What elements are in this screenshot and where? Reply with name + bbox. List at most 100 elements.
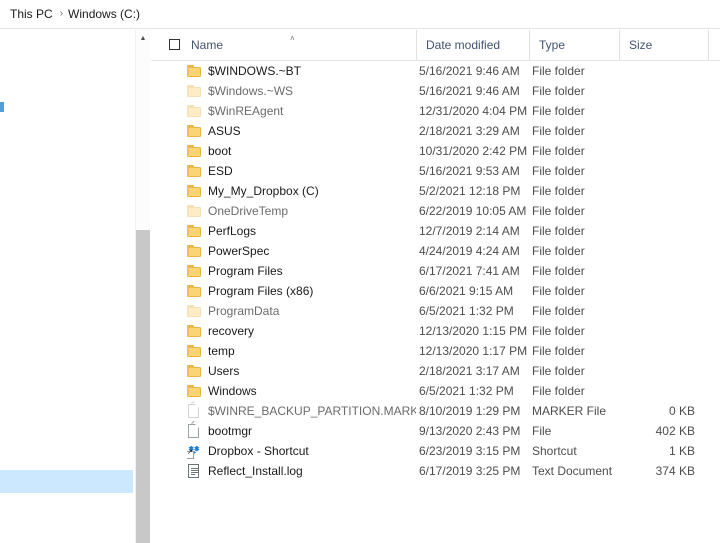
- file-name[interactable]: Windows: [208, 381, 416, 401]
- file-list-pane[interactable]: ˄ Name Date modified Type Size $WINDOWS.…: [151, 30, 720, 543]
- folder-icon: [187, 264, 203, 278]
- navigation-pane-scrollbar[interactable]: ▲: [135, 30, 150, 543]
- file-name[interactable]: Program Files: [208, 261, 416, 281]
- scrollbar-thumb[interactable]: [136, 230, 150, 543]
- column-header-date-modified[interactable]: Date modified: [416, 30, 529, 60]
- file-type: Text Document: [532, 464, 613, 478]
- table-row[interactable]: $WINRE_BACKUP_PARTITION.MARKER 8/10/2019 …: [151, 401, 720, 421]
- file-date-modified: 12/31/2020 4:04 PM: [419, 104, 528, 118]
- file-name[interactable]: My_My_Dropbox (C): [208, 181, 416, 201]
- file-name[interactable]: ESD: [208, 161, 416, 181]
- scroll-up-arrow-icon[interactable]: ▲: [136, 30, 150, 46]
- file-icon-cell: [187, 321, 204, 341]
- file-name[interactable]: PowerSpec: [208, 241, 416, 261]
- nav-selected-item[interactable]: [0, 470, 133, 493]
- column-header-type[interactable]: Type: [529, 30, 619, 60]
- file-date-modified: 12/13/2020 1:17 PM: [419, 344, 528, 358]
- file-date-modified: 6/17/2021 7:41 AM: [419, 264, 520, 278]
- file-type: File folder: [532, 124, 585, 138]
- table-row[interactable]: recovery 12/13/2020 1:15 PM File folder: [151, 321, 720, 341]
- file-date-modified: 6/23/2019 3:15 PM: [419, 444, 521, 458]
- file-icon-cell: [187, 441, 204, 461]
- file-name[interactable]: temp: [208, 341, 416, 361]
- file-icon-cell: [187, 461, 204, 481]
- file-name[interactable]: Dropbox - Shortcut: [208, 441, 416, 461]
- breadcrumb-item-this-pc[interactable]: This PC: [0, 4, 57, 24]
- table-row[interactable]: bootmgr 9/13/2020 2:43 PM File 402 KB: [151, 421, 720, 441]
- file-icon-cell: [187, 401, 204, 421]
- table-row[interactable]: $WinREAgent 12/31/2020 4:04 PM File folder: [151, 101, 720, 121]
- file-name[interactable]: Users: [208, 361, 416, 381]
- file-size: [619, 201, 695, 221]
- file-date-modified: 5/2/2021 12:18 PM: [419, 184, 521, 198]
- file-date-modified: 6/6/2021 9:15 AM: [419, 284, 514, 298]
- folder-icon: [187, 64, 203, 78]
- table-row[interactable]: $Windows.~WS 5/16/2021 9:46 AM File folder: [151, 81, 720, 101]
- table-row[interactable]: Windows 6/5/2021 1:32 PM File folder: [151, 381, 720, 401]
- file-icon-cell: [187, 421, 204, 441]
- table-row[interactable]: ProgramData 6/5/2021 1:32 PM File folder: [151, 301, 720, 321]
- table-row[interactable]: Reflect_Install.log 6/17/2019 3:25 PM Text…: [151, 461, 720, 481]
- file-size: [619, 361, 695, 381]
- table-row[interactable]: PerfLogs 12/7/2019 2:14 AM File folder: [151, 221, 720, 241]
- file-name[interactable]: $Windows.~WS: [208, 81, 416, 101]
- file-type: File folder: [532, 384, 585, 398]
- file-name[interactable]: $WinREAgent: [208, 101, 416, 121]
- file-date-modified: 10/31/2020 2:42 PM: [419, 144, 528, 158]
- column-header-size[interactable]: Size: [619, 30, 708, 60]
- file-name[interactable]: $WINDOWS.~BT: [208, 61, 416, 81]
- table-row[interactable]: Program Files (x86) 6/6/2021 9:15 AM File …: [151, 281, 720, 301]
- file-type: File folder: [532, 64, 585, 78]
- file-size: [619, 181, 695, 201]
- table-row[interactable]: PowerSpec 4/24/2019 4:24 AM File folder: [151, 241, 720, 261]
- file-name[interactable]: OneDriveTemp: [208, 201, 416, 221]
- file-date-modified: 12/7/2019 2:14 AM: [419, 224, 520, 238]
- table-row[interactable]: $WINDOWS.~BT 5/16/2021 9:46 AM File folder: [151, 61, 720, 81]
- file-icon-cell: [187, 261, 204, 281]
- folder-icon: [187, 384, 203, 398]
- file-size: 0 KB: [668, 404, 695, 418]
- file-date-modified: 6/5/2021 1:32 PM: [419, 384, 514, 398]
- table-row[interactable]: Dropbox - Shortcut6/23/2019 3:15 PM Short…: [151, 441, 720, 461]
- file-type: File folder: [532, 364, 585, 378]
- file-name[interactable]: PerfLogs: [208, 221, 416, 241]
- file-type: File folder: [532, 184, 585, 198]
- table-row[interactable]: Users 2/18/2021 3:17 AM File folder: [151, 361, 720, 381]
- table-row[interactable]: My_My_Dropbox (C) 5/2/2021 12:18 PM File f…: [151, 181, 720, 201]
- file-name[interactable]: ProgramData: [208, 301, 416, 321]
- file-icon-cell: [187, 81, 204, 101]
- table-row[interactable]: OneDriveTemp 6/22/2019 10:05 AM File folde…: [151, 201, 720, 221]
- file-type: File folder: [532, 244, 585, 258]
- file-type: File folder: [532, 84, 585, 98]
- table-row[interactable]: temp 12/13/2020 1:17 PM File folder: [151, 341, 720, 361]
- file-size: [619, 381, 695, 401]
- file-icon-cell: [187, 281, 204, 301]
- file-type: File folder: [532, 164, 585, 178]
- folder-icon: [187, 324, 203, 338]
- folder-icon: [187, 344, 203, 358]
- file-name[interactable]: $WINRE_BACKUP_PARTITION.MARKER: [208, 401, 416, 421]
- file-type: MARKER File: [532, 404, 607, 418]
- navigation-pane[interactable]: E:): [0, 30, 135, 543]
- file-name[interactable]: Reflect_Install.log: [208, 461, 416, 481]
- file-name[interactable]: boot: [208, 141, 416, 161]
- file-name[interactable]: bootmgr: [208, 421, 416, 441]
- column-header-name[interactable]: Name: [151, 30, 416, 60]
- folder-icon: [187, 304, 203, 318]
- table-row[interactable]: Program Files 6/17/2021 7:41 AM File folde…: [151, 261, 720, 281]
- address-bar[interactable]: This PC › Windows (C:): [0, 0, 720, 29]
- file-name[interactable]: ASUS: [208, 121, 416, 141]
- file-name[interactable]: Program Files (x86): [208, 281, 416, 301]
- file-icon-cell: [187, 141, 204, 161]
- file-size: [619, 281, 695, 301]
- table-row[interactable]: boot 10/31/2020 2:42 PM File folder: [151, 141, 720, 161]
- breadcrumb-item-windows-c[interactable]: Windows (C:): [66, 4, 144, 24]
- column-header-end-divider: [708, 30, 709, 60]
- table-row[interactable]: ASUS 2/18/2021 3:29 AM File folder: [151, 121, 720, 141]
- file-icon-cell: [187, 241, 204, 261]
- file-date-modified: 12/13/2020 1:15 PM: [419, 324, 528, 338]
- file-name[interactable]: recovery: [208, 321, 416, 341]
- file-date-modified: 5/16/2021 9:46 AM: [419, 84, 520, 98]
- folder-icon: [187, 184, 203, 198]
- table-row[interactable]: ESD 5/16/2021 9:53 AM File folder: [151, 161, 720, 181]
